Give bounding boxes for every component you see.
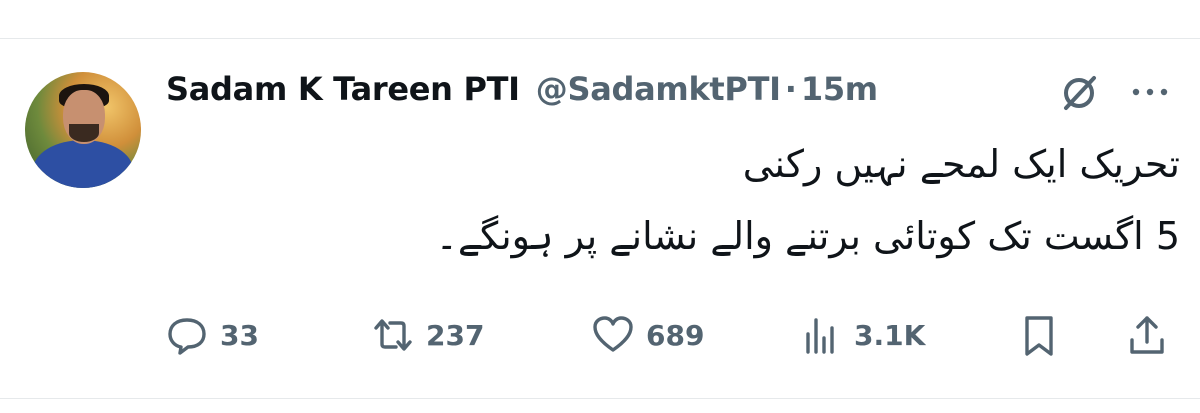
reply-count: 33 [220,318,259,352]
views-icon [806,318,834,354]
views-count: 3.1K [854,318,926,352]
reply-icon [168,318,206,355]
repost-count: 237 [426,318,485,352]
tweet-text: تحریک ایک لمحے نہیں رکنی 5 اگست تک کوتائ… [435,128,1180,272]
display-name[interactable]: Sadam K Tareen PTI [166,70,520,108]
avatar[interactable] [25,72,141,188]
top-divider [0,38,1200,39]
action-bar: 33 237 689 3.1K [0,308,1200,362]
heart-icon [593,316,633,352]
repost-icon [374,319,412,351]
repost-button[interactable]: 237 [370,308,484,362]
tweet-text-line-1: تحریک ایک لمحے نہیں رکنی [742,142,1180,186]
share-icon [1130,316,1164,354]
separator-dot: · [784,70,797,108]
grok-icon[interactable] [1058,72,1100,114]
user-handle[interactable]: @SadamktPTI [536,70,781,108]
bottom-divider [0,398,1200,399]
share-button[interactable] [1124,308,1170,362]
tweet-text-line-2: 5 اگست تک کوتائی برتنے والے نشانے پر ہون… [435,214,1180,258]
reply-button[interactable]: 33 [164,308,259,362]
timestamp[interactable]: 15m [801,70,878,108]
bookmark-icon [1025,316,1053,356]
like-count: 689 [646,318,705,352]
bookmark-button[interactable] [1016,308,1062,362]
tweet-header: Sadam K Tareen PTI @SadamktPTI · 15m [166,66,878,112]
more-icon[interactable] [1128,78,1172,106]
views-button[interactable]: 3.1K [798,308,925,362]
avatar-body [33,140,133,188]
like-button[interactable]: 689 [590,308,704,362]
avatar-beard [69,124,99,142]
